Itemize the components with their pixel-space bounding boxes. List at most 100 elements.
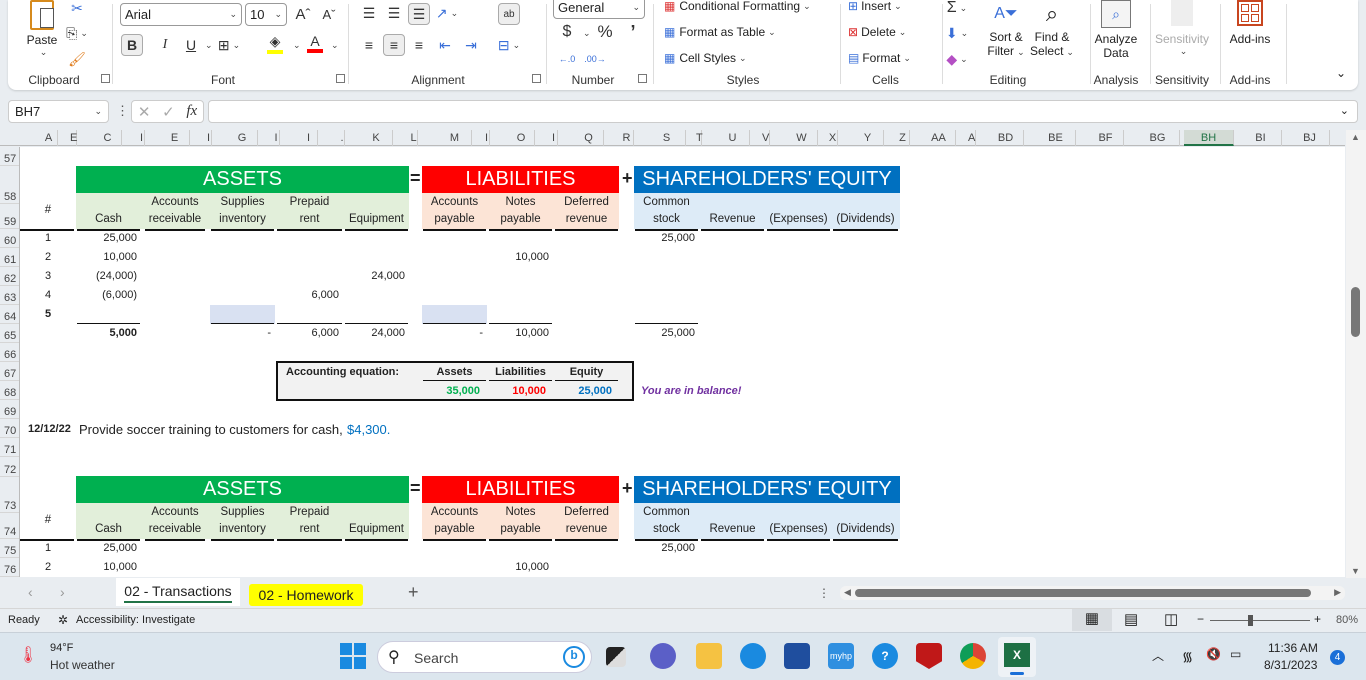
mcafee-icon[interactable] <box>916 643 942 669</box>
total-equipment[interactable]: 24,000 <box>344 327 405 339</box>
row-header-67[interactable]: 67 <box>0 362 19 381</box>
column-header-I[interactable]: I <box>206 130 212 146</box>
accessibility-status[interactable]: Accessibility: Investigate <box>76 614 195 626</box>
zoom-slider[interactable] <box>1210 615 1310 626</box>
total-prepaid[interactable]: 6,000 <box>276 327 339 339</box>
align-left-icon[interactable]: ≡ <box>358 34 380 56</box>
row-header-70[interactable]: 70 <box>0 419 19 438</box>
formula-input[interactable]: ⌄ <box>208 100 1358 123</box>
insert-button[interactable]: ⊞ Insert ⌄ <box>848 0 902 13</box>
cell-cs[interactable]: 25,000 <box>634 542 695 554</box>
increase-decimal-icon[interactable]: ←.0 <box>556 48 578 70</box>
sensitivity-button[interactable]: Sensitivity ⌄ <box>1154 0 1210 57</box>
column-header-Q[interactable]: Q <box>574 130 604 146</box>
column-header-T[interactable]: T <box>696 130 703 146</box>
sheet-tab-transactions[interactable]: 02 - Transactions <box>116 578 240 606</box>
column-header-A[interactable]: A <box>968 130 976 146</box>
vertical-scrollbar[interactable]: ▲ ▼ <box>1346 130 1366 578</box>
column-header-V[interactable]: V <box>762 130 770 146</box>
edge-icon[interactable] <box>740 643 766 669</box>
row-header-59[interactable]: 59 <box>0 204 19 229</box>
font-size-combo[interactable]: 10 ⌄ <box>245 3 287 26</box>
column-header-I[interactable]: I <box>484 130 490 146</box>
sheet-tab-homework[interactable]: 02 - Homework <box>249 584 363 606</box>
column-header-R[interactable]: R <box>620 130 634 146</box>
store-icon[interactable] <box>784 643 810 669</box>
battery-icon[interactable]: ▭ <box>1230 647 1241 661</box>
paste-button[interactable]: Paste ⌄ <box>22 0 62 62</box>
find-select-button[interactable]: ⌕ Find & Select ⌄ <box>1030 0 1074 58</box>
accessibility-icon[interactable]: ✲ <box>58 613 68 627</box>
column-header-I[interactable]: I <box>300 130 318 146</box>
cell-cash[interactable]: (24,000) <box>76 270 137 282</box>
collapse-ribbon-icon[interactable]: ⌄ <box>1336 66 1346 80</box>
weather-temp[interactable]: 94°F <box>50 642 73 654</box>
column-header-W[interactable]: W <box>786 130 818 146</box>
column-header-M[interactable]: M <box>438 130 472 146</box>
align-top-icon[interactable]: ☰ <box>358 2 380 24</box>
column-header-BD[interactable]: BD <box>988 130 1024 146</box>
number-format-combo[interactable]: General ⌄ <box>553 0 645 19</box>
name-box[interactable]: BH7 ⌄ <box>8 100 109 123</box>
row-header-71[interactable]: 71 <box>0 438 19 457</box>
format-painter-icon[interactable]: 🖌 <box>66 48 88 70</box>
clock-date[interactable]: 8/31/2023 <box>1264 658 1317 672</box>
worksheet-grid[interactable]: ASSETS = LIABILITIES + SHAREHOLDERS' EQUITY #… <box>20 147 1345 577</box>
cell-np[interactable]: 10,000 <box>488 561 549 573</box>
italic-button[interactable]: I <box>154 34 176 56</box>
underline-button[interactable]: U <box>180 34 202 56</box>
help-icon[interactable]: ? <box>872 643 898 669</box>
zoom-in-icon[interactable]: + <box>1314 612 1321 626</box>
font-name-combo[interactable]: Arial ⌄ <box>120 3 242 26</box>
cell-equipment[interactable]: 24,000 <box>344 270 405 282</box>
row-header-76[interactable]: 76 <box>0 558 19 577</box>
row-header-58[interactable]: 58 <box>0 166 19 204</box>
number-launcher-icon[interactable] <box>638 74 647 83</box>
align-bottom-icon[interactable]: ☰ <box>408 3 430 25</box>
formula-bar-options-icon[interactable]: ⋮ <box>116 103 129 119</box>
row-header-68[interactable]: 68 <box>0 381 19 400</box>
conditional-formatting-button[interactable]: ▦ Conditional Formatting ⌄ <box>664 0 811 13</box>
column-header-O[interactable]: O <box>508 130 535 146</box>
column-header-BF[interactable]: BF <box>1088 130 1124 146</box>
normal-view-icon[interactable]: ▦ <box>1072 609 1112 631</box>
column-header-I[interactable]: I <box>550 130 558 146</box>
borders-icon[interactable]: ⊞ ⌄ <box>218 34 240 56</box>
fill-color-icon[interactable]: ◈ <box>264 32 286 54</box>
task-view-icon[interactable] <box>606 647 626 667</box>
wifi-icon[interactable]: ᯾ <box>1182 647 1193 665</box>
column-header-S[interactable]: S <box>648 130 686 146</box>
total-cs[interactable]: 25,000 <box>634 327 695 339</box>
total-ap[interactable]: - <box>422 327 483 339</box>
grow-font-button[interactable]: Aˆ <box>292 3 314 25</box>
row-header-63[interactable]: 63 <box>0 286 19 305</box>
cancel-icon[interactable]: ✕ <box>138 103 151 121</box>
column-header-I[interactable]: I <box>139 130 145 146</box>
row-header-72[interactable]: 72 <box>0 457 19 477</box>
font-color-icon[interactable]: A <box>304 32 326 54</box>
total-np[interactable]: 10,000 <box>488 327 549 339</box>
currency-button[interactable]: $ <box>556 21 578 43</box>
row-header-69[interactable]: 69 <box>0 400 19 419</box>
bold-button[interactable]: B <box>121 34 143 56</box>
decrease-decimal-icon[interactable]: .00→ <box>584 48 606 70</box>
analyze-data-button[interactable]: ⌕ Analyze Data <box>1093 0 1139 60</box>
myhp-icon[interactable]: myhp <box>828 643 854 669</box>
column-header-BJ[interactable]: BJ <box>1290 130 1330 146</box>
chrome-icon[interactable] <box>960 643 986 669</box>
align-right-icon[interactable]: ≡ <box>408 34 430 56</box>
cell-prepaid[interactable]: 6,000 <box>276 289 339 301</box>
autosum-icon[interactable]: Σ ⌄ <box>946 0 968 19</box>
page-layout-icon[interactable]: ▤ <box>1124 610 1138 628</box>
volume-muted-icon[interactable]: 🔇 <box>1206 647 1221 661</box>
column-header-Y[interactable]: Y <box>852 130 884 146</box>
row-header-61[interactable]: 61 <box>0 248 19 267</box>
column-header-BI[interactable]: BI <box>1240 130 1282 146</box>
row-header-57[interactable]: 57 <box>0 147 19 166</box>
enter-icon[interactable]: ✓ <box>162 103 175 121</box>
cell-cash[interactable]: 25,000 <box>76 542 137 554</box>
shrink-font-button[interactable]: Aˇ <box>318 3 340 25</box>
column-header-Z[interactable]: Z <box>896 130 910 146</box>
insert-function-icon[interactable]: fx <box>186 103 197 120</box>
format-as-table-button[interactable]: ▦ Format as Table ⌄ <box>664 25 776 39</box>
